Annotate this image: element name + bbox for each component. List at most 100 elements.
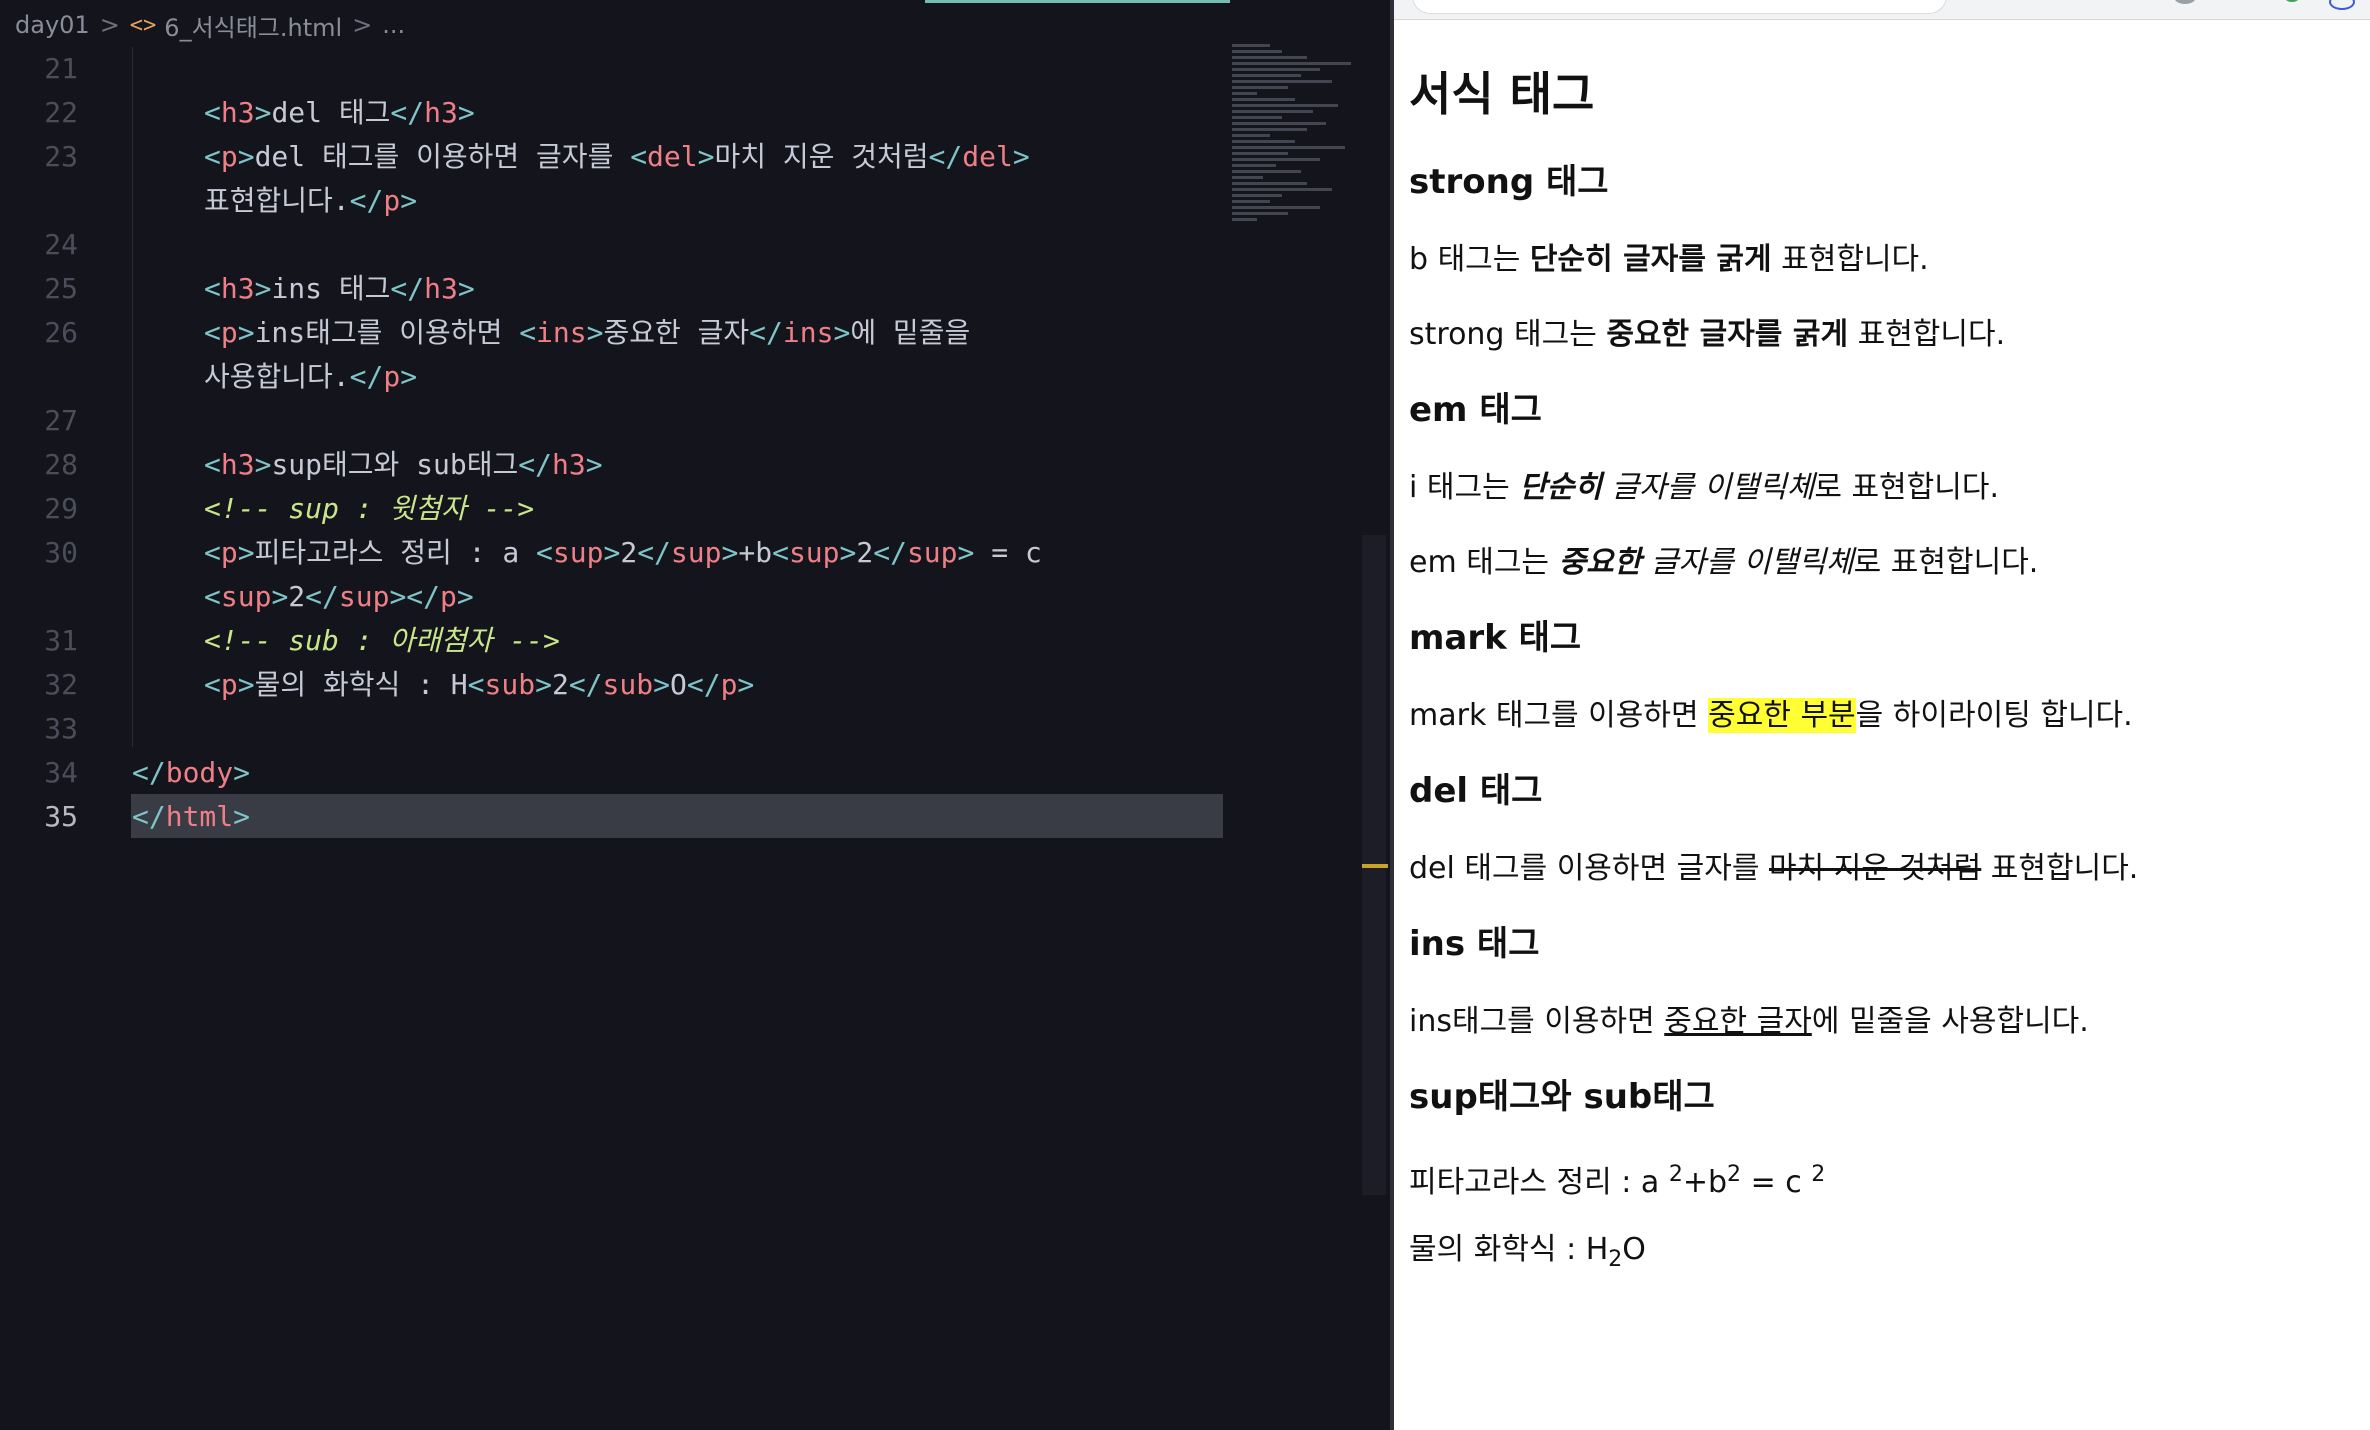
- code-token: </: [749, 316, 783, 349]
- code-token: <: [467, 668, 485, 701]
- code-line[interactable]: 25 <h3>ins 태그</h3>: [0, 267, 1240, 311]
- code-token: </: [132, 800, 166, 833]
- browser-toolbar: [1394, 0, 2370, 20]
- minimap-line: [1232, 86, 1289, 89]
- code-token: sup태그와 sub태그: [271, 448, 519, 481]
- chevron-right-icon: >: [352, 11, 373, 39]
- code-token: ins: [782, 316, 834, 349]
- minimap-line: [1232, 152, 1289, 155]
- section-heading-mark: mark 태그: [1409, 618, 1582, 658]
- paragraph-em: em 태그는 중요한 글자를 이탤릭체로 표현합니다.: [1409, 545, 2039, 580]
- code-text: <h3>ins 태그</h3>: [204, 267, 475, 311]
- line-number: 26: [44, 316, 78, 349]
- code-token: <: [204, 272, 221, 305]
- line-number: 21: [44, 52, 78, 85]
- address-bar[interactable]: [1412, 0, 1947, 14]
- minimap-line: [1232, 218, 1257, 221]
- code-token: sup: [670, 536, 722, 569]
- minimap[interactable]: [1232, 44, 1357, 224]
- code-token: <: [772, 536, 789, 569]
- code-line[interactable]: 30 <p>피타고라스 정리 : a <sup>2</sup>+b<sup>2</…: [0, 531, 1240, 575]
- code-token: +b: [738, 536, 773, 569]
- code-token: >: [233, 756, 251, 789]
- paragraph-ins: ins태그를 이용하면 중요한 글자에 밑줄을 사용합니다.: [1409, 1004, 2089, 1039]
- code-token: 표현합니다.: [204, 184, 350, 217]
- code-token: 물의 화학식 : H: [254, 668, 468, 701]
- section-heading-del: del 태그: [1409, 771, 1543, 811]
- code-token: sup: [552, 536, 604, 569]
- extension-icon[interactable]: [2284, 0, 2300, 2]
- minimap-line: [1232, 92, 1257, 95]
- code-line[interactable]: 34 </body>: [0, 751, 1240, 795]
- code-line[interactable]: 35 </html>: [0, 795, 1240, 839]
- code-token: <: [630, 140, 648, 173]
- extension-icon[interactable]: [2174, 0, 2196, 4]
- code-token: >: [254, 272, 272, 305]
- code-token: >: [697, 140, 715, 173]
- code-token: >: [237, 316, 255, 349]
- code-token: >: [721, 536, 739, 569]
- code-token: >: [1012, 140, 1030, 173]
- minimap-line: [1232, 98, 1295, 101]
- minimap-line: [1232, 206, 1320, 209]
- code-line[interactable]: 21: [0, 47, 1240, 91]
- line-number: 35: [44, 800, 78, 833]
- code-editor-pane[interactable]: day01 > <> 6_서식태그.html > ... 21 22 <h3>del…: [0, 0, 1390, 1430]
- code-text: <p>물의 화학식 : H<sub>2</sub>O</p>: [204, 663, 754, 707]
- code-token: sup: [220, 580, 272, 613]
- code-token: </: [390, 272, 425, 305]
- code-line[interactable]: 32 <p>물의 화학식 : H<sub>2</sub>O</p>: [0, 663, 1240, 707]
- code-token: del: [962, 140, 1013, 173]
- code-token: h3: [424, 272, 458, 305]
- code-token: h3: [424, 96, 458, 129]
- code-line[interactable]: <sup>2</sup></p>: [0, 575, 1240, 619]
- line-number: 31: [44, 624, 78, 657]
- code-token: >: [457, 272, 475, 305]
- code-token: sup: [906, 536, 958, 569]
- breadcrumb-more[interactable]: ...: [382, 11, 405, 39]
- code-token: 2: [620, 536, 638, 569]
- code-token: </: [518, 448, 552, 481]
- code-line[interactable]: 29 <!-- sup : 윗첨자 -->: [0, 487, 1240, 531]
- code-lines[interactable]: 21 22 <h3>del 태그</h3> 23 <p>del 태그를 이용하면 글자를…: [0, 47, 1240, 839]
- minimap-line: [1232, 188, 1332, 191]
- code-line[interactable]: 26 <p>ins태그를 이용하면 <ins>중요한 글자</ins>에 밑줄을: [0, 311, 1240, 355]
- code-token: >: [254, 448, 272, 481]
- html-file-icon: <>: [129, 12, 157, 38]
- code-token: body: [165, 756, 234, 789]
- code-line[interactable]: 27: [0, 399, 1240, 443]
- breadcrumb-folder[interactable]: day01: [15, 11, 90, 39]
- code-token: p: [383, 184, 401, 217]
- code-token: <: [204, 96, 221, 129]
- code-line[interactable]: 23 <p>del 태그를 이용하면 글자를 <del>마치 지운 것처럼</de…: [0, 135, 1240, 179]
- browser-preview-pane: 서식 태그 strong 태그 b 태그는 단순히 글자를 굵게 표현합니다. …: [1394, 0, 2370, 1430]
- code-line[interactable]: 28 <h3>sup태그와 sub태그</h3>: [0, 443, 1240, 487]
- code-token: >: [237, 140, 255, 173]
- paragraph-del: del 태그를 이용하면 글자를 마치 지운 것처럼 표현합니다.: [1409, 851, 2139, 886]
- code-line[interactable]: 사용합니다.</p>: [0, 355, 1240, 399]
- code-line[interactable]: 33: [0, 707, 1240, 751]
- code-token: p: [383, 360, 401, 393]
- code-line[interactable]: 22 <h3>del 태그</h3>: [0, 91, 1240, 135]
- code-line[interactable]: 31 <!-- sub : 아래첨자 -->: [0, 619, 1240, 663]
- code-token: <!-- sub : 아래첨자 -->: [204, 624, 560, 657]
- profile-icon[interactable]: [2329, 0, 2355, 10]
- line-number: 34: [44, 756, 78, 789]
- code-token: p: [720, 668, 738, 701]
- code-text: <!-- sub : 아래첨자 -->: [204, 619, 560, 663]
- code-line[interactable]: 24: [0, 223, 1240, 267]
- code-token: <: [204, 536, 221, 569]
- minimap-line: [1232, 170, 1301, 173]
- code-text: <p>ins태그를 이용하면 <ins>중요한 글자</ins>에 밑줄을: [204, 311, 970, 355]
- highlight-text: 중요한 부분: [1708, 698, 1856, 733]
- minimap-line: [1232, 194, 1282, 197]
- line-number: 28: [44, 448, 78, 481]
- code-token: sup: [338, 580, 390, 613]
- code-token: </: [305, 580, 339, 613]
- code-line[interactable]: 표현합니다.</p>: [0, 179, 1240, 223]
- breadcrumb-file[interactable]: 6_서식태그.html: [164, 8, 342, 43]
- active-tab-indicator: [925, 0, 1230, 3]
- code-token: >: [400, 360, 418, 393]
- code-token: >: [585, 448, 603, 481]
- code-token: h3: [220, 96, 255, 129]
